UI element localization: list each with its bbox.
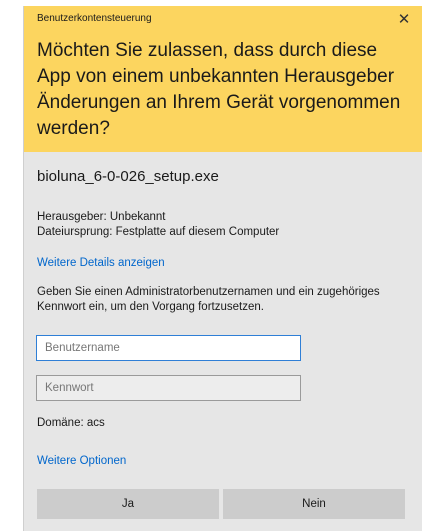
username-input[interactable] [36,335,301,361]
more-details-link[interactable]: Weitere Details anzeigen [37,257,165,269]
uac-dialog: Benutzerkontensteuerung ✕ Möchten Sie zu… [23,6,422,531]
close-button[interactable]: ✕ [384,6,422,32]
app-name: bioluna_6-0-026_setup.exe [37,168,219,185]
consent-question: Möchten Sie zulassen, dass durch diese A… [37,40,401,139]
dialog-header: Benutzerkontensteuerung ✕ Möchten Sie zu… [24,6,422,152]
origin-line: Dateiursprung: Festplatte auf diesem Com… [37,226,280,238]
more-options-link[interactable]: Weitere Optionen [37,455,126,467]
publisher-line: Herausgeber: Unbekannt [37,211,166,223]
domain-label: Domäne: acs [37,417,105,429]
credentials-instructions: Geben Sie einen Administratorbenutzernam… [37,286,380,313]
password-input[interactable] [36,375,301,401]
publisher-info: Herausgeber: Unbekannt Dateiursprung: Fe… [37,210,279,240]
close-icon: ✕ [397,11,411,28]
dialog-title: Benutzerkontensteuerung [37,13,152,24]
no-button[interactable]: Nein [223,489,405,519]
yes-button[interactable]: Ja [37,489,219,519]
